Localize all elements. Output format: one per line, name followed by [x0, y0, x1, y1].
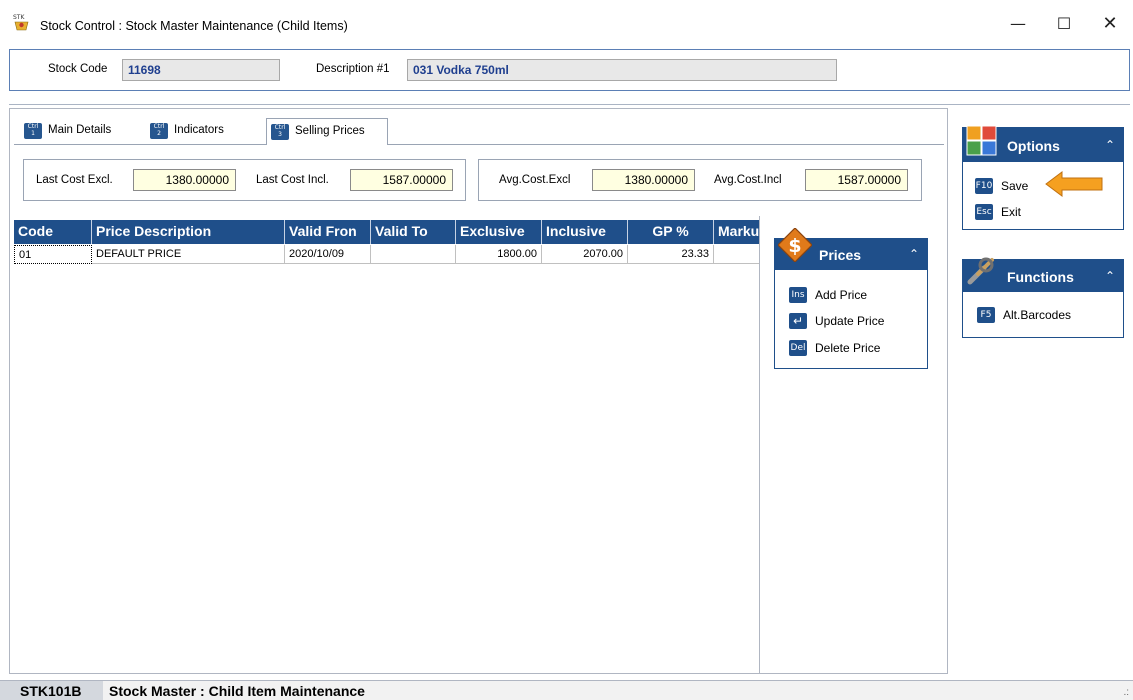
column-header-gp-percent[interactable]: GP %	[628, 220, 714, 244]
tab-label: Selling Prices	[295, 125, 365, 137]
tab-selling-prices[interactable]: Ctrl 3 Selling Prices	[266, 118, 388, 145]
cell-exclusive[interactable]: 1800.00	[456, 245, 542, 264]
tab-strip-line	[14, 144, 266, 145]
cell-valid-to[interactable]	[371, 245, 456, 264]
ctrl-2-icon: Ctrl 2	[150, 123, 168, 139]
update-price-button[interactable]: ↵ Update Price	[789, 311, 884, 331]
f5-key-icon: F5	[977, 307, 995, 323]
description-label: Description #1	[316, 63, 390, 75]
tab-indicators[interactable]: Ctrl 2 Indicators	[146, 118, 250, 145]
avg-cost-incl-label: Avg.Cost.Incl	[714, 174, 782, 186]
ctrl-1-icon: Ctrl 1	[24, 123, 42, 139]
enter-key-icon: ↵	[789, 313, 807, 329]
options-panel-title: Options	[1007, 138, 1060, 154]
delete-price-label: Delete Price	[815, 341, 881, 355]
tab-strip-line	[388, 144, 944, 145]
collapse-chevron-icon[interactable]: ⌃	[909, 247, 919, 261]
last-cost-excl-field[interactable]: 1380.00000	[133, 169, 236, 191]
ctrl-3-icon: Ctrl 3	[271, 124, 289, 140]
status-description: Stock Master : Child Item Maintenance	[103, 681, 1133, 700]
tools-icon	[967, 257, 994, 285]
minimize-button[interactable]: —	[995, 8, 1041, 40]
last-cost-incl-field[interactable]: 1587.00000	[350, 169, 453, 191]
last-cost-incl-label: Last Cost Incl.	[256, 174, 329, 186]
stock-header-panel: Stock Code 11698 Description #1 031 Vodk…	[9, 49, 1130, 91]
grid-divider	[759, 216, 760, 673]
column-header-valid-to[interactable]: Valid To	[371, 220, 456, 244]
delete-price-button[interactable]: Del Delete Price	[789, 338, 880, 358]
add-price-label: Add Price	[815, 288, 868, 302]
app-icon: STK	[13, 14, 29, 31]
column-header-markup[interactable]: Marku	[714, 220, 759, 244]
description-field[interactable]: 031 Vodka 750ml	[407, 59, 837, 81]
highlight-arrow-icon	[1045, 171, 1103, 197]
update-price-label: Update Price	[815, 314, 885, 328]
collapse-chevron-icon[interactable]: ⌃	[1105, 138, 1115, 152]
alt-barcodes-label: Alt.Barcodes	[1003, 308, 1072, 322]
collapse-chevron-icon[interactable]: ⌃	[1105, 269, 1115, 283]
avg-cost-excl-label: Avg.Cost.Excl	[499, 174, 571, 186]
dollar-icon: $	[778, 228, 812, 262]
tab-label: Indicators	[174, 124, 224, 136]
ins-key-icon: Ins	[789, 287, 807, 303]
stock-code-label: Stock Code	[48, 63, 108, 75]
f10-key-icon: F10	[975, 178, 993, 194]
svg-text:STK: STK	[13, 14, 25, 21]
del-key-icon: Del	[789, 340, 807, 356]
header-separator	[9, 104, 1130, 105]
stock-code-field[interactable]: 11698	[122, 59, 280, 81]
status-program-code: STK101B	[20, 683, 82, 699]
cell-gp-percent[interactable]: 23.33	[628, 245, 714, 264]
table-row[interactable]: 01 DEFAULT PRICE 2020/10/09 1800.00 2070…	[14, 245, 759, 264]
tab-main-details[interactable]: Ctrl 1 Main Details	[20, 118, 138, 145]
prices-panel-title: Prices	[819, 247, 862, 263]
add-price-button[interactable]: Ins Add Price	[789, 285, 867, 305]
alt-barcodes-button[interactable]: F5 Alt.Barcodes	[977, 305, 1071, 325]
window-title-bar: STK Stock Control : Stock Master Mainten…	[0, 0, 1133, 40]
cell-inclusive[interactable]: 2070.00	[542, 245, 628, 264]
column-header-exclusive[interactable]: Exclusive	[456, 220, 542, 244]
cell-markup[interactable]	[714, 245, 759, 264]
save-label: Save	[1001, 179, 1029, 193]
exit-button[interactable]: Esc Exit	[975, 202, 1021, 222]
last-cost-group: Last Cost Excl. 1380.00000 Last Cost Inc…	[23, 159, 466, 201]
resize-grip-icon[interactable]: .:	[1123, 687, 1129, 698]
functions-panel-title: Functions	[1007, 269, 1074, 285]
column-header-inclusive[interactable]: Inclusive	[542, 220, 628, 244]
cell-valid-from[interactable]: 2020/10/09	[285, 245, 371, 264]
column-header-price-description[interactable]: Price Description	[92, 220, 285, 244]
avg-cost-group: Avg.Cost.Excl 1380.00000 Avg.Cost.Incl 1…	[478, 159, 922, 201]
column-header-code[interactable]: Code	[14, 220, 92, 244]
avg-cost-incl-field[interactable]: 1587.00000	[805, 169, 908, 191]
cell-code[interactable]: 01	[14, 245, 92, 264]
column-header-valid-from[interactable]: Valid Fron	[285, 220, 371, 244]
close-button[interactable]: ✕	[1087, 8, 1133, 40]
options-grid-icon	[966, 125, 997, 156]
svg-text:$: $	[788, 235, 801, 257]
prices-grid-header: Code Price Description Valid Fron Valid …	[14, 220, 759, 244]
save-button[interactable]: F10 Save	[975, 176, 1028, 196]
last-cost-excl-label: Last Cost Excl.	[36, 174, 113, 186]
maximize-button[interactable]: ☐	[1041, 8, 1087, 40]
status-bar: STK101B Stock Master : Child Item Mainte…	[0, 680, 1133, 700]
avg-cost-excl-field[interactable]: 1380.00000	[592, 169, 695, 191]
cell-price-description[interactable]: DEFAULT PRICE	[92, 245, 285, 264]
esc-key-icon: Esc	[975, 204, 993, 220]
exit-label: Exit	[1001, 205, 1022, 219]
tab-label: Main Details	[48, 124, 112, 136]
window-title: Stock Control : Stock Master Maintenance…	[40, 19, 348, 33]
